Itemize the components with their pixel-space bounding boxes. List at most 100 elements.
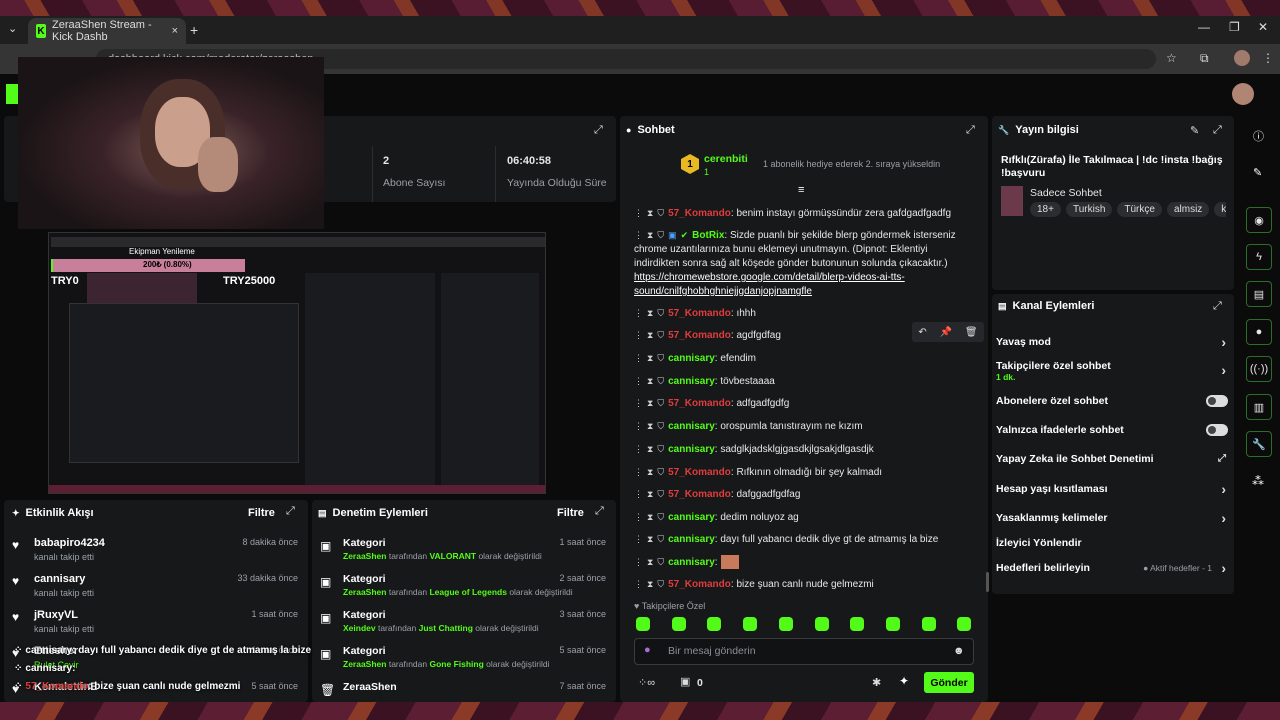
profile-avatar[interactable]: [1234, 50, 1250, 66]
channel-action-item[interactable]: İzleyici Yönlendir: [996, 537, 1228, 553]
pinned-user[interactable]: cerenbiti: [704, 153, 748, 165]
activity-expand-icon[interactable]: ⤢: [286, 505, 295, 518]
emote-icon[interactable]: [743, 617, 758, 631]
edit-stream-icon[interactable]: ✎: [1190, 124, 1199, 137]
extensions-icon[interactable]: ⧉: [1200, 51, 1209, 66]
timeout-icon[interactable]: ⧗: [647, 230, 653, 240]
moderation-actor[interactable]: Xeindev: [343, 623, 376, 633]
chat-username[interactable]: cannisary: [668, 512, 715, 523]
chat-link[interactable]: https://chromewebstore.google.com/detail…: [634, 272, 905, 297]
layout-icon[interactable]: ▥: [1246, 394, 1272, 420]
tools-icon[interactable]: 🔧: [1246, 431, 1272, 457]
moderation-actor[interactable]: ZeraaShen: [343, 551, 386, 561]
timeout-icon[interactable]: ⧗: [647, 421, 653, 431]
menu-icon[interactable]: ⋮: [634, 467, 643, 477]
menu-icon[interactable]: ⋮: [634, 208, 643, 218]
chat-message[interactable]: ⋮ ⧗ ⛉ cannisary: orospumla tanıstırayım ne …: [634, 419, 954, 434]
channel-action-item[interactable]: Hedefleri belirleyin ● Aktif hedefler - 1…: [996, 560, 1228, 578]
emote-icon[interactable]: [671, 617, 686, 631]
menu-icon[interactable]: ⋮: [634, 398, 643, 408]
chat-username[interactable]: cannisary: [668, 444, 715, 455]
timeout-icon[interactable]: ⧗: [647, 444, 653, 454]
moderation-filter-button[interactable]: Filtre: [557, 507, 584, 519]
channel-action-item[interactable]: Yalnızca ifadelerle sohbet: [996, 424, 1228, 440]
chat-message[interactable]: ⋮ ⧗ ⛉ cannisary: tövbestaaaa: [634, 374, 954, 389]
chat-username[interactable]: cannisary: [668, 557, 715, 568]
timeout-icon[interactable]: ⧗: [647, 398, 653, 408]
chat-username[interactable]: cannisary: [668, 421, 715, 432]
clipboard-icon[interactable]: ▤: [1246, 281, 1272, 307]
timeout-icon[interactable]: ⧗: [647, 534, 653, 544]
timeout-icon[interactable]: ⧗: [647, 579, 653, 589]
chat-message[interactable]: ⋮ ⧗ ⛉ 57_Komando: agdfgdfag: [634, 328, 954, 343]
activity-user[interactable]: jRuxyVL: [34, 609, 78, 621]
channel-action-item[interactable]: Yapay Zeka ile Sohbet Denetimi ⤢: [996, 453, 1228, 469]
activity-user[interactable]: cannisary: [34, 573, 85, 585]
bookmark-star-icon[interactable]: ☆: [1166, 51, 1177, 65]
chat-message[interactable]: ⋮ ⧗ ⛉ 57_Komando: benim instayı görmüşsündü…: [634, 206, 954, 221]
chest-icon[interactable]: ▣: [680, 675, 690, 688]
microphone-icon[interactable]: ●: [644, 644, 651, 656]
moderation-actor[interactable]: ZeraaShen: [343, 587, 386, 597]
emote-icon[interactable]: [957, 617, 972, 631]
chat-icon[interactable]: ●: [1246, 319, 1272, 345]
blerp-icon[interactable]: ✦: [899, 674, 909, 688]
menu-icon[interactable]: ⋮: [634, 308, 643, 318]
chat-username[interactable]: 57_Komando: [668, 489, 731, 500]
timeout-icon[interactable]: ⧗: [647, 208, 653, 218]
emote-icon[interactable]: [778, 617, 793, 631]
timeout-icon[interactable]: ⧗: [647, 489, 653, 499]
close-window-icon[interactable]: ✕: [1258, 20, 1268, 34]
chat-scrollbar[interactable]: [986, 572, 989, 592]
chat-message[interactable]: ⋮ ⧗ ⛉ cannisary: dedim noluyoz ag: [634, 510, 954, 525]
chat-expand-icon[interactable]: ⤢: [966, 124, 975, 137]
tab-list-chevron-icon[interactable]: ⌄: [8, 22, 17, 35]
camera-icon[interactable]: ◉: [1246, 207, 1272, 233]
channel-action-item[interactable]: Takipçilere özel sohbet 1 dk. ›: [996, 360, 1228, 382]
activity-user[interactable]: babapiro4234: [34, 537, 105, 549]
chat-username[interactable]: 57_Komando: [668, 208, 731, 219]
chat-username[interactable]: 57_Komando: [668, 398, 731, 409]
send-button[interactable]: Gönder: [924, 672, 974, 693]
menu-icon[interactable]: ⋮: [634, 353, 643, 363]
timeout-icon[interactable]: ⧗: [647, 512, 653, 522]
channel-action-item[interactable]: Hesap yaşı kısıtlaması ›: [996, 481, 1228, 499]
activity-filter-button[interactable]: Filtre: [248, 507, 275, 519]
menu-icon[interactable]: ⋮: [634, 489, 643, 499]
timeout-icon[interactable]: ⧗: [647, 467, 653, 477]
channel-action-item[interactable]: Abonelere özel sohbet: [996, 395, 1228, 411]
lightning-icon[interactable]: ϟ: [1246, 244, 1272, 270]
chat-message[interactable]: ⋮ ⧗ ⛉ 57_Komando: ıhhh: [634, 306, 954, 321]
chat-username[interactable]: cannisary: [668, 353, 715, 364]
chat-settings-icon[interactable]: ✱: [872, 676, 881, 689]
emote-icon[interactable]: [814, 617, 829, 631]
chat-username[interactable]: 57_Komando: [668, 330, 731, 341]
menu-icon[interactable]: ⋮: [634, 421, 643, 431]
stream-tag[interactable]: küfü: [1214, 202, 1226, 217]
menu-icon[interactable]: ⋮: [634, 534, 643, 544]
stream-tag[interactable]: almsiz: [1166, 202, 1210, 217]
timeout-icon[interactable]: ⧗: [647, 557, 653, 567]
chat-message[interactable]: ⋮ ⧗ ⛉ cannisary: efendim: [634, 351, 954, 366]
delete-icon[interactable]: 🗑: [965, 327, 978, 338]
timeout-icon[interactable]: ⧗: [647, 308, 653, 318]
stream-tag[interactable]: Turkish: [1065, 202, 1113, 217]
browser-tab[interactable]: K ZeraaShen Stream - Kick Dashb ×: [28, 18, 186, 44]
collapse-pinned-icon[interactable]: ≡: [798, 184, 804, 196]
pencil-icon[interactable]: ✎: [1253, 166, 1262, 179]
emote-icon[interactable]: [850, 617, 865, 631]
channel-action-item[interactable]: Yasaklanmış kelimeler ›: [996, 510, 1228, 528]
chat-username[interactable]: BotRix: [692, 230, 724, 241]
chat-message[interactable]: ⋮ ⧗ ⛉ cannisary:: [634, 555, 954, 570]
moderation-expand-icon[interactable]: ⤢: [595, 505, 604, 518]
menu-icon[interactable]: ⋮: [634, 512, 643, 522]
timeout-icon[interactable]: ⧗: [647, 330, 653, 340]
menu-icon[interactable]: ⋮: [634, 330, 643, 340]
chat-username[interactable]: 57_Komando: [668, 467, 731, 478]
stream-tag[interactable]: 18+: [1030, 202, 1061, 217]
reply-icon[interactable]: ↶: [918, 327, 926, 338]
chat-message[interactable]: ⋮ ⧗ ⛉ 57_Komando: adfgadfgdfg: [634, 396, 954, 411]
toggle-switch[interactable]: [1206, 395, 1228, 407]
chat-message[interactable]: ⋮ ⧗ ⛉ 57_Komando: bize şuan canlı nude gelm…: [634, 577, 954, 592]
chat-message[interactable]: ⋮ ⧗ ⛉ cannisary: dayı full yabancı dedik di…: [634, 532, 954, 547]
